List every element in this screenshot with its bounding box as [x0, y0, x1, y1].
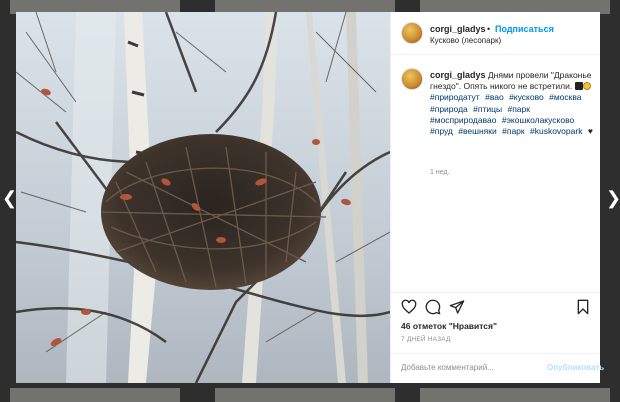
separator-dot: • [487, 24, 491, 34]
hashtag-link[interactable]: #природа [430, 104, 468, 114]
avatar[interactable] [401, 68, 423, 90]
post-time-ago[interactable]: 1 нед. [430, 169, 449, 176]
paper-plane-icon[interactable] [449, 299, 465, 315]
hashtag-link[interactable]: #парк [507, 104, 530, 114]
publish-button[interactable]: Опубликовать [547, 363, 604, 372]
post-sidebar: corgi_gladys • Подписаться Кусково (лесо… [390, 12, 604, 384]
post-modal: corgi_gladys • Подписаться Кусково (лесо… [16, 12, 604, 384]
comment-input[interactable]: Добавьте комментарий... [401, 363, 494, 372]
caption-text-block: corgi_gladys Днями провели "Драконье гне… [430, 70, 596, 137]
hashtag-link[interactable]: #kuskovopark [530, 126, 582, 136]
post-photo[interactable] [16, 12, 390, 383]
hashtag-link[interactable]: #москва [549, 92, 581, 102]
background-thumbnail [10, 388, 180, 402]
follow-button[interactable]: Подписаться [495, 24, 554, 34]
bookmark-icon[interactable] [575, 299, 591, 315]
chevron-right-icon[interactable]: ❯ [606, 189, 620, 207]
caption-username-link[interactable]: corgi_gladys [430, 70, 486, 80]
background-thumbnail [420, 388, 610, 402]
post-header: corgi_gladys • Подписаться Кусково (лесо… [391, 12, 600, 55]
username-link[interactable]: corgi_gladys [430, 24, 486, 34]
hashtag-list: #природатут #вао #кусково #москва #приро… [430, 92, 588, 136]
hashtag-link[interactable]: #птицы [473, 104, 502, 114]
heart-outline-icon[interactable] [401, 299, 417, 315]
nest-photo-illustration [16, 12, 390, 383]
chevron-left-icon[interactable]: ❮ [2, 189, 17, 207]
likes-count[interactable]: 46 отметок "Нравится" [401, 321, 497, 331]
smile-emoji-icon [582, 82, 591, 91]
location-link[interactable]: Кусково (лесопарк) [430, 36, 501, 45]
speech-bubble-icon[interactable] [425, 299, 441, 315]
speaking-head-emoji-icon [574, 82, 583, 91]
hashtag-link[interactable]: #вешняки [458, 126, 496, 136]
hashtag-link[interactable]: #пруд [430, 126, 453, 136]
post-date[interactable]: 7 ДНЕЙ НАЗАД [401, 336, 451, 343]
hashtag-link[interactable]: #экошколакусково [502, 115, 574, 125]
hashtag-link[interactable]: #парк [502, 126, 525, 136]
avatar[interactable] [401, 22, 423, 44]
heart-emoji-icon: ♥ [587, 126, 593, 137]
comment-bar: Добавьте комментарий... Опубликовать [391, 353, 604, 384]
hashtag-link[interactable]: #природатут [430, 92, 480, 102]
post-actions: 46 отметок "Нравится" 7 ДНЕЙ НАЗАД Добав… [391, 292, 604, 384]
background-thumbnail [215, 388, 395, 402]
hashtag-link[interactable]: #вао [485, 92, 504, 102]
hashtag-link[interactable]: #кусково [509, 92, 544, 102]
hashtag-link[interactable]: #мосприродавао [430, 115, 496, 125]
